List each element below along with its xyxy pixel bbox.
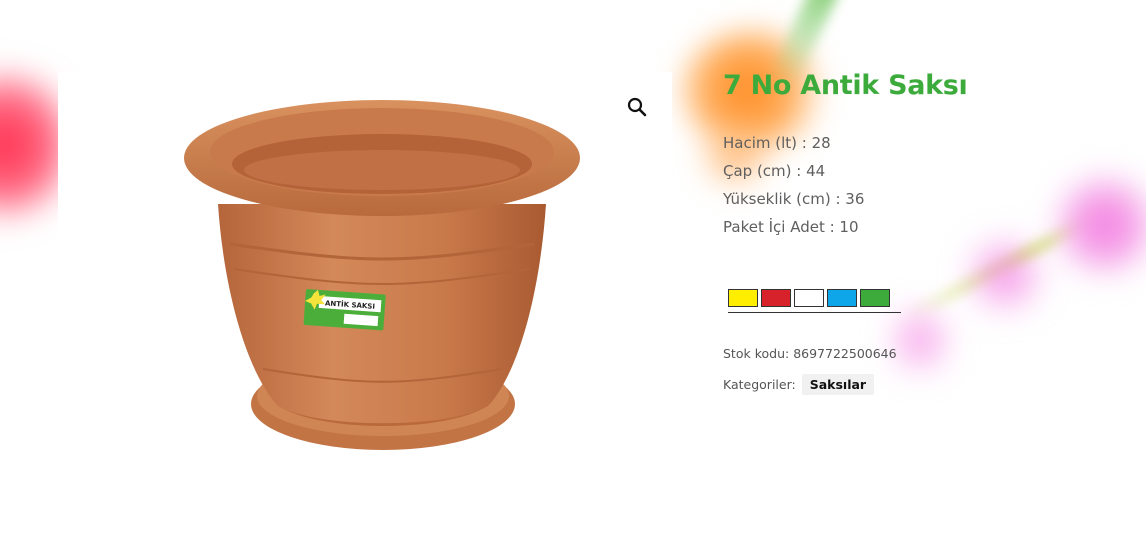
swatch-divider [728, 312, 901, 313]
spec-height: Yükseklik (cm) : 36 [723, 190, 865, 208]
product-image-pot: ANTİK SAKSI [184, 100, 580, 450]
color-swatches [728, 289, 890, 307]
spec-diameter: Çap (cm) : 44 [723, 162, 826, 180]
category-row: Kategoriler: Saksılar [723, 374, 875, 395]
sku-row: Stok kodu: 8697722500646 [723, 346, 897, 361]
product-gallery[interactable]: ANTİK SAKSI [58, 72, 672, 537]
zoom-button[interactable] [620, 90, 654, 124]
sku-value: 8697722500646 [793, 346, 897, 361]
product-title: 7 No Antik Saksı [723, 70, 968, 101]
category-label: Kategoriler: [723, 377, 796, 392]
product-summary: 7 No Antik Saksı Hacim (lt) : 28 Çap (cm… [723, 70, 1123, 395]
search-icon [627, 97, 647, 117]
color-swatch-green[interactable] [860, 289, 890, 307]
color-swatch-yellow[interactable] [728, 289, 758, 307]
product-label: ANTİK SAKSI [303, 289, 386, 331]
sku-label: Stok kodu: [723, 346, 790, 361]
color-swatch-white[interactable] [794, 289, 824, 307]
product-specs: Hacim (lt) : 28 Çap (cm) : 44 Yükseklik … [723, 129, 1123, 241]
color-swatch-red[interactable] [761, 289, 791, 307]
spec-package-count: Paket İçi Adet : 10 [723, 218, 859, 236]
category-link-saksilar[interactable]: Saksılar [801, 374, 875, 395]
color-swatch-blue[interactable] [827, 289, 857, 307]
spec-volume: Hacim (lt) : 28 [723, 134, 831, 152]
